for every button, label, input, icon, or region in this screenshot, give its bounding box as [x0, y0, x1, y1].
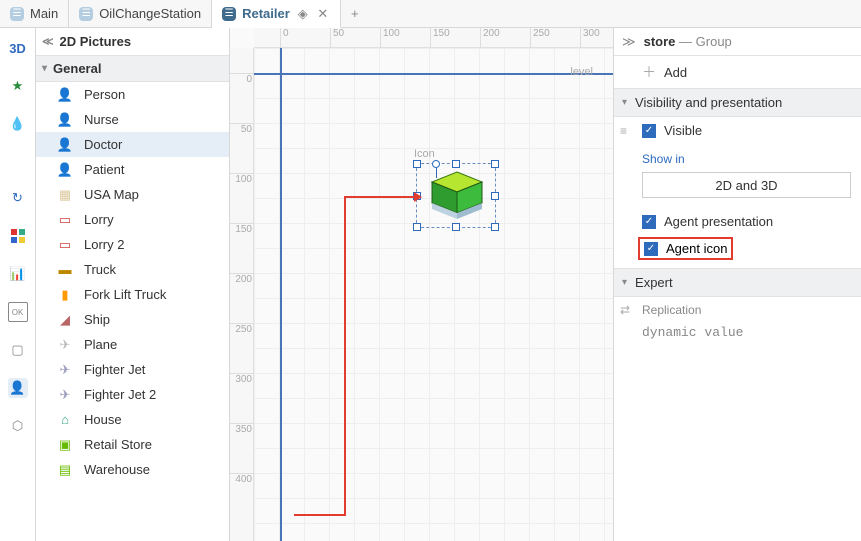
showin-label: Show in	[642, 152, 851, 166]
palette-item-plane[interactable]: ✈Plane	[36, 332, 229, 357]
palette-item-truck[interactable]: ▬Truck	[36, 257, 229, 282]
palette-item-doctor[interactable]: 👤Doctor	[36, 132, 229, 157]
store-3d-icon[interactable]	[427, 169, 487, 224]
nurse-icon: 👤	[54, 113, 76, 127]
resize-handle[interactable]	[491, 160, 499, 168]
showin-select[interactable]: 2D and 3D	[642, 172, 851, 198]
visible-row: ≡ ✓ Visible	[614, 117, 861, 144]
plane-icon: ✈	[54, 338, 76, 352]
chevron-down-icon: ▾	[42, 63, 47, 74]
dynamic-toggle-icon[interactable]: ≡	[620, 124, 627, 138]
expand-icon[interactable]: ≫	[622, 34, 636, 50]
axis-y	[280, 48, 282, 541]
patient-icon: 👤	[54, 163, 76, 177]
rail-page-icon[interactable]: ▢	[8, 340, 28, 360]
palette-item-ship[interactable]: ◢Ship	[36, 307, 229, 332]
lorry-icon: ▭	[54, 213, 76, 227]
canvas-area[interactable]: 0 50 100 150 200 250 300 0 50 100 150 20…	[230, 28, 613, 541]
truck-icon: ▬	[54, 263, 76, 277]
palette-item-forklift[interactable]: ▮Fork Lift Truck	[36, 282, 229, 307]
axis-x	[254, 73, 613, 75]
palette-header[interactable]: ≪ 2D Pictures	[36, 28, 229, 56]
replication-row: ⇄ Replication	[614, 297, 861, 323]
palette-item-lorry2[interactable]: ▭Lorry 2	[36, 232, 229, 257]
jet-icon: ✈	[54, 363, 76, 377]
ruler-vertical: 0 50 100 150 200 250 300 350 400	[230, 48, 254, 541]
section-visibility[interactable]: ▾ Visibility and presentation	[614, 88, 861, 117]
house-icon: ⌂	[54, 413, 76, 427]
selection-pin-icon[interactable]	[432, 160, 440, 168]
rail-refresh-icon[interactable]: ↻	[8, 188, 28, 208]
agent-presentation-row: ✓ Agent presentation	[614, 208, 861, 235]
tab-main[interactable]: ☰Main	[0, 0, 69, 27]
resize-handle[interactable]	[452, 160, 460, 168]
palette-item-nurse[interactable]: 👤Nurse	[36, 107, 229, 132]
doctor-icon: 👤	[54, 138, 76, 152]
agent-presentation-checkbox[interactable]: ✓	[642, 215, 656, 229]
forklift-icon: ▮	[54, 288, 76, 302]
layers-icon[interactable]: ◈	[296, 6, 310, 22]
canvas[interactable]: level Icon	[254, 48, 613, 541]
resize-handle[interactable]	[452, 223, 460, 231]
palette-item-lorry[interactable]: ▭Lorry	[36, 207, 229, 232]
rail-palette-icon[interactable]	[8, 226, 28, 246]
palette-item-warehouse[interactable]: ▤Warehouse	[36, 457, 229, 482]
ship-icon: ◢	[54, 313, 76, 327]
palette-section-general[interactable]: ▾ General	[36, 56, 229, 82]
add-tab-button[interactable]: +	[341, 0, 369, 27]
tab-retailer[interactable]: ☰Retailer ◈ ✕	[212, 0, 341, 28]
resize-handle[interactable]	[491, 192, 499, 200]
agent-icon-highlight: ✓ Agent icon	[638, 237, 733, 260]
palette-item-person[interactable]: 👤Person	[36, 82, 229, 107]
replication-value[interactable]: dynamic value	[642, 325, 743, 340]
rail-person-icon[interactable]: 👤	[8, 378, 28, 398]
rail-cube-icon[interactable]: ⬡	[8, 416, 28, 436]
add-button[interactable]: ＋ Add	[614, 56, 861, 88]
rail-fluid-icon[interactable]: 💧	[8, 114, 28, 134]
rail-3d-icon[interactable]: 3D	[8, 38, 28, 58]
jet2-icon: ✈	[54, 388, 76, 402]
level-label: level	[570, 66, 593, 78]
visible-checkbox[interactable]: ✓	[642, 124, 656, 138]
section-expert[interactable]: ▾ Expert	[614, 268, 861, 297]
left-rail: 3D ★ 💧 ↻ 📊 OK ▢ 👤 ⬡	[0, 28, 36, 541]
palette-item-house[interactable]: ⌂House	[36, 407, 229, 432]
plus-icon: ＋	[642, 62, 656, 82]
warehouse-icon: ▤	[54, 463, 76, 477]
properties-header: ≫ store — Group	[614, 28, 861, 56]
close-icon[interactable]: ✕	[316, 6, 330, 22]
annotation-arrow	[344, 196, 420, 516]
agent-icon-checkbox[interactable]: ✓	[644, 242, 658, 256]
icon-label: Icon	[414, 148, 435, 160]
rail-pedestrian-icon[interactable]: ★	[8, 76, 28, 96]
rail-ok-icon[interactable]: OK	[8, 302, 28, 322]
palette-panel: ≪ 2D Pictures ▾ General 👤Person 👤Nurse 👤…	[36, 28, 230, 541]
palette-item-usamap[interactable]: ▦USA Map	[36, 182, 229, 207]
properties-panel: ≫ store — Group ＋ Add ▾ Visibility and p…	[613, 28, 861, 541]
collapse-icon[interactable]: ≪	[42, 35, 54, 48]
palette-item-fighterjet[interactable]: ✈Fighter Jet	[36, 357, 229, 382]
chevron-down-icon: ▾	[622, 97, 627, 108]
rail-chart-icon[interactable]: 📊	[8, 264, 28, 284]
selection-box[interactable]	[416, 163, 496, 228]
ruler-horizontal: 0 50 100 150 200 250 300	[254, 28, 613, 48]
retail-store-icon: ▣	[54, 438, 76, 452]
dynamic-toggle-icon[interactable]: ⇄	[620, 303, 630, 317]
person-icon: 👤	[54, 88, 76, 102]
palette-item-fighterjet2[interactable]: ✈Fighter Jet 2	[36, 382, 229, 407]
resize-handle[interactable]	[491, 223, 499, 231]
tab-bar: ☰Main ☰OilChangeStation ☰Retailer ◈ ✕ +	[0, 0, 861, 28]
lorry2-icon: ▭	[54, 238, 76, 252]
resize-handle[interactable]	[413, 160, 421, 168]
tab-oilchangestation[interactable]: ☰OilChangeStation	[69, 0, 212, 27]
map-icon: ▦	[54, 188, 76, 202]
chevron-down-icon: ▾	[622, 277, 627, 288]
palette-item-retailstore[interactable]: ▣Retail Store	[36, 432, 229, 457]
palette-item-patient[interactable]: 👤Patient	[36, 157, 229, 182]
